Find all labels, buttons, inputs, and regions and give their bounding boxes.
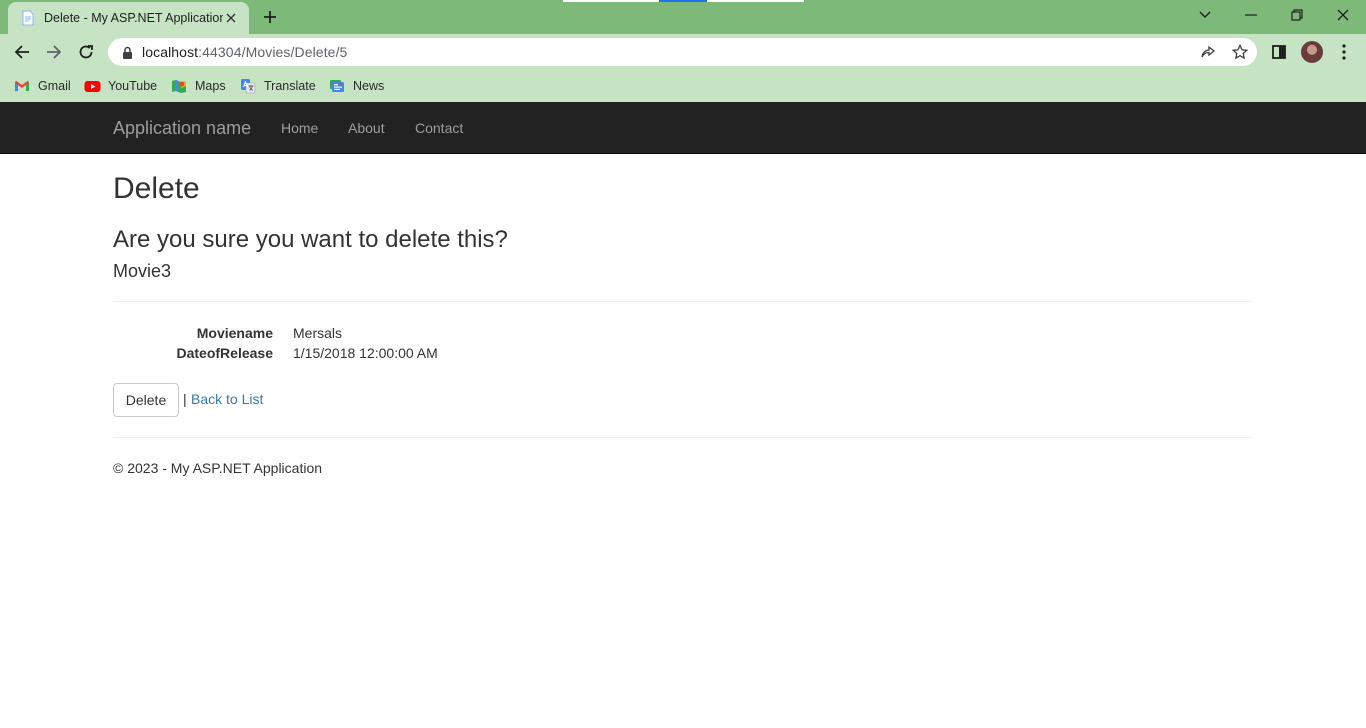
bookmark-youtube[interactable]: YouTube: [84, 76, 157, 96]
browser-tab-bar: Delete - My ASP.NET Application: [0, 0, 1366, 34]
browser-tab-active[interactable]: Delete - My ASP.NET Application: [8, 2, 249, 34]
back-to-list-link[interactable]: Back to List: [191, 391, 263, 407]
url-text: localhost:44304/Movies/Delete/5: [142, 44, 347, 60]
url-path: :44304/Movies/Delete/5: [198, 44, 348, 60]
detail-row-dateofrelease: DateofRelease 1/15/2018 12:00:00 AM: [113, 345, 713, 365]
profile-avatar[interactable]: [1301, 41, 1323, 63]
url-host: localhost: [142, 44, 199, 60]
detail-row-moviename: Moviename Mersals: [113, 325, 713, 345]
divider: [113, 437, 1253, 438]
delete-button[interactable]: Delete: [113, 383, 179, 417]
youtube-icon: [84, 78, 101, 94]
entity-heading: Movie3: [113, 261, 172, 281]
detail-value: Mersals: [293, 325, 343, 341]
close-window-icon[interactable]: [1320, 0, 1366, 30]
restore-icon[interactable]: [1274, 0, 1320, 30]
minimize-icon[interactable]: [1228, 0, 1274, 30]
bookmark-label: Translate: [264, 79, 316, 93]
bookmark-label: Gmail: [38, 79, 71, 93]
news-icon: [329, 78, 345, 94]
site-navbar: Application name Home About Contact: [0, 102, 1366, 154]
tab-strip-highlight: [563, 0, 659, 2]
document-icon: [20, 10, 36, 26]
nav-link-about[interactable]: About: [348, 120, 385, 136]
bookmark-label: Maps: [195, 79, 226, 93]
tab-strip-highlight-active: [659, 0, 707, 2]
page-title: Delete: [113, 172, 200, 205]
reload-icon[interactable]: [72, 38, 100, 66]
nav-link-home[interactable]: Home: [281, 120, 318, 136]
bookmark-gmail[interactable]: Gmail: [14, 76, 71, 96]
side-panel-icon[interactable]: [1267, 40, 1291, 64]
forward-arrow-icon[interactable]: [40, 38, 68, 66]
bookmark-label: YouTube: [108, 79, 158, 93]
translate-icon: [240, 78, 256, 94]
back-arrow-icon[interactable]: [8, 38, 36, 66]
tab-title: Delete - My ASP.NET Application: [44, 11, 223, 25]
bookmark-maps[interactable]: Maps: [171, 76, 226, 96]
details-list: Moviename Mersals DateofRelease 1/15/201…: [113, 325, 713, 365]
new-tab-icon[interactable]: [258, 6, 282, 28]
tab-search-icon[interactable]: [1182, 0, 1228, 30]
nav-link-contact[interactable]: Contact: [415, 120, 463, 136]
bookmark-news[interactable]: News: [329, 76, 384, 96]
detail-label: DateofRelease: [176, 345, 274, 361]
divider: [113, 301, 1253, 302]
confirm-heading: Are you sure you want to delete this?: [113, 226, 508, 253]
kebab-menu-icon[interactable]: [1332, 40, 1356, 64]
address-bar[interactable]: localhost:44304/Movies/Delete/5: [108, 38, 1257, 66]
detail-label: Moviename: [196, 325, 273, 341]
share-icon[interactable]: [1196, 40, 1220, 64]
brand-link[interactable]: Application name: [113, 118, 251, 139]
bookmark-star-icon[interactable]: [1228, 40, 1252, 64]
tab-strip-highlight: [707, 0, 804, 2]
browser-toolbar: localhost:44304/Movies/Delete/5: [0, 34, 1366, 70]
lock-icon[interactable]: [120, 45, 134, 59]
bookmark-translate[interactable]: Translate: [240, 76, 316, 96]
bookmarks-bar: Gmail YouTube Maps Translate News: [0, 70, 1366, 102]
detail-value: 1/15/2018 12:00:00 AM: [293, 345, 438, 361]
separator: |: [183, 391, 187, 407]
bookmark-label: News: [353, 79, 385, 93]
gmail-icon: [14, 78, 30, 94]
maps-icon: [171, 78, 187, 94]
footer-text: © 2023 - My ASP.NET Application: [113, 460, 323, 476]
close-tab-icon[interactable]: [223, 10, 239, 26]
